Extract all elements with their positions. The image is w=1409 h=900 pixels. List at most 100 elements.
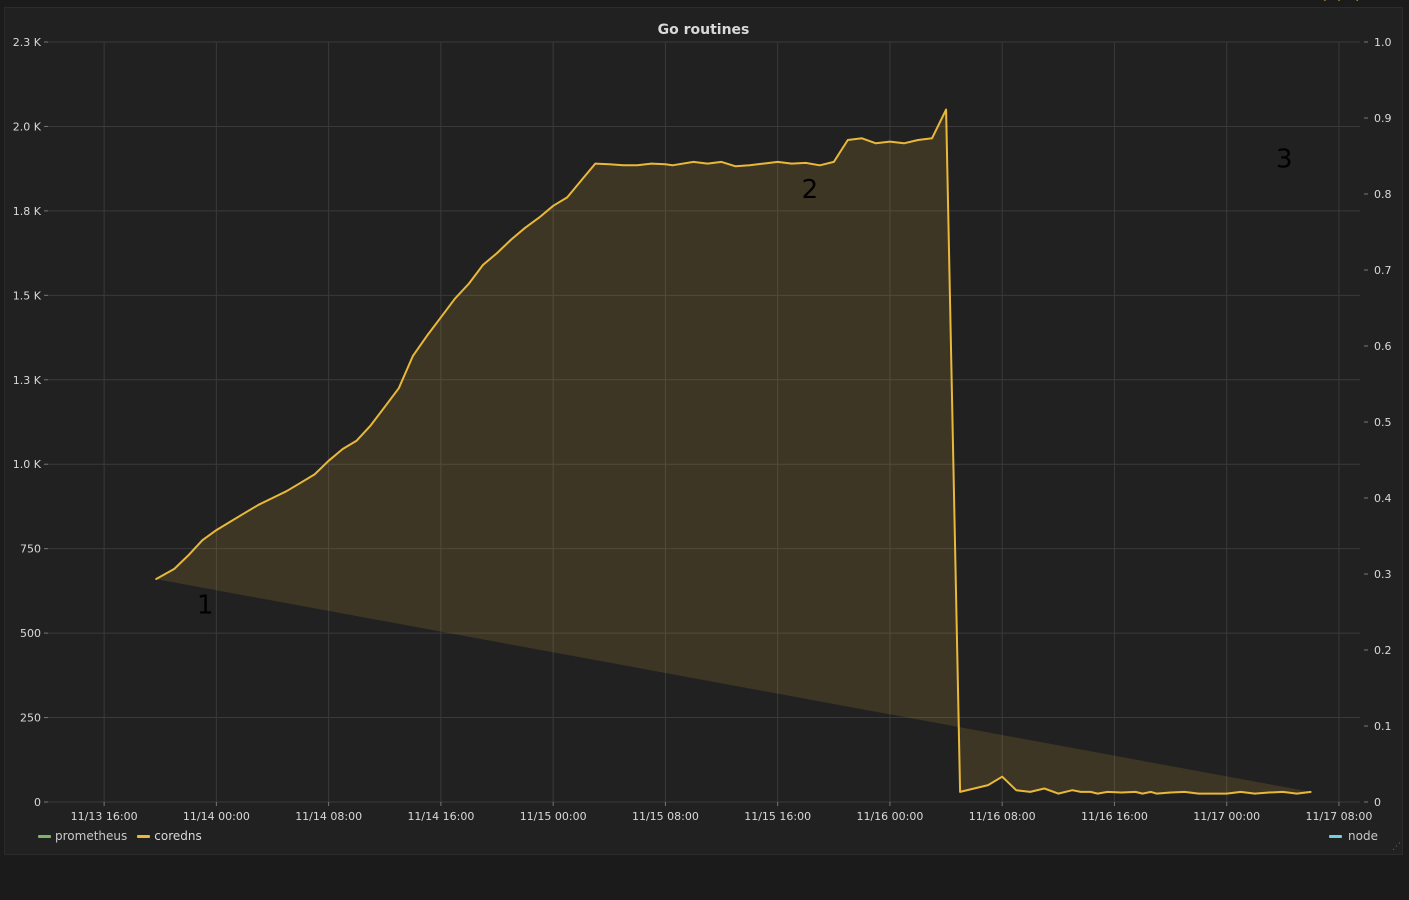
coredns-point xyxy=(580,179,582,182)
coredns-point xyxy=(734,165,737,168)
coredns-point xyxy=(299,482,302,484)
coredns-point xyxy=(552,205,554,207)
coredns-point xyxy=(1080,791,1082,793)
y2-tick-label: 0.5 xyxy=(1374,416,1392,429)
coredns-point xyxy=(1197,792,1200,795)
x-tick-label: 11/14 08:00 xyxy=(295,810,362,823)
coredns-point xyxy=(636,164,639,167)
coredns-point xyxy=(706,162,709,165)
x-tick-label: 11/13 16:00 xyxy=(71,810,138,823)
coredns-point xyxy=(833,161,835,163)
coredns-point xyxy=(155,578,157,580)
legend-swatch-node xyxy=(1329,834,1343,838)
coredns-point xyxy=(1096,792,1099,795)
coredns-point xyxy=(917,139,919,141)
y-tick-label: 1.3 K xyxy=(13,374,42,387)
coredns-point xyxy=(285,490,288,493)
coredns-point xyxy=(440,316,442,319)
coredns-point xyxy=(257,504,260,506)
x-tick-label: 11/17 00:00 xyxy=(1193,810,1260,823)
coredns-point xyxy=(1150,791,1152,793)
coredns-point xyxy=(1106,791,1109,793)
coredns-point xyxy=(566,196,568,199)
coredns-point xyxy=(847,139,849,141)
coredns-point xyxy=(454,297,456,300)
coredns-point xyxy=(1169,791,1172,794)
y2-tick-label: 0.8 xyxy=(1374,188,1392,201)
y-tick-label: 0 xyxy=(34,796,41,809)
coredns-point xyxy=(861,137,863,140)
y-tick-label: 1.0 K xyxy=(13,458,42,471)
coredns-point xyxy=(1338,0,1340,1)
coredns-point xyxy=(369,424,372,427)
legend-swatch-prometheus xyxy=(38,834,51,838)
coredns-point xyxy=(524,227,526,229)
coredns-point xyxy=(720,161,723,163)
annotation-2: 2 xyxy=(802,175,819,205)
legend-item-coredns[interactable]: coredns xyxy=(137,829,202,843)
y-tick-label: 250 xyxy=(20,712,41,725)
y2-tick-label: 0.9 xyxy=(1374,112,1392,125)
coredns-point xyxy=(973,787,975,790)
coredns-point xyxy=(1029,791,1031,793)
coredns-point xyxy=(945,108,947,111)
y-tick-label: 500 xyxy=(20,627,41,640)
x-tick-label: 11/14 00:00 xyxy=(183,810,250,823)
coredns-area xyxy=(156,109,1311,794)
y-tick-label: 1.5 K xyxy=(13,289,42,302)
coredns-point xyxy=(229,520,232,523)
y2-tick-label: 1.0 xyxy=(1374,36,1392,49)
legend-item-node[interactable]: node xyxy=(1329,829,1378,843)
coredns-point xyxy=(1071,789,1074,791)
y2-tick-label: 0.4 xyxy=(1374,492,1392,505)
coredns-point xyxy=(1134,791,1137,793)
coredns-point xyxy=(398,387,400,390)
legend-swatch-coredns xyxy=(137,834,151,838)
y2-tick-label: 0.6 xyxy=(1374,340,1392,353)
coredns-point xyxy=(243,512,246,514)
coredns-point xyxy=(804,162,807,164)
y2-tick-label: 0.2 xyxy=(1374,644,1392,657)
coredns-point xyxy=(313,473,316,476)
coredns-point xyxy=(1043,787,1046,790)
coredns-point xyxy=(510,238,512,241)
coredns-point xyxy=(622,164,625,167)
legend-item-prometheus[interactable]: prometheus xyxy=(38,829,127,843)
x-tick-label: 11/16 16:00 xyxy=(1081,810,1148,823)
y2-tick-label: 0 xyxy=(1374,796,1381,809)
x-tick-label: 11/17 08:00 xyxy=(1305,810,1372,823)
x-tick-label: 11/16 08:00 xyxy=(969,810,1036,823)
coredns-point xyxy=(1296,792,1298,795)
coredns-point xyxy=(412,355,414,357)
coredns-point xyxy=(1120,791,1123,794)
coredns-point xyxy=(384,406,386,408)
coredns-point xyxy=(594,162,597,165)
coredns-point xyxy=(173,568,176,570)
coredns-point xyxy=(426,335,428,337)
coredns-point xyxy=(271,497,274,499)
x-tick-label: 11/15 00:00 xyxy=(520,810,587,823)
resize-handle-icon[interactable]: ⋰ xyxy=(1392,843,1401,852)
coredns-point xyxy=(1183,791,1186,793)
coredns-point xyxy=(671,164,674,167)
coredns-point xyxy=(748,164,751,167)
coredns-point xyxy=(903,142,905,145)
annotation-3: 3 xyxy=(1276,145,1293,175)
coredns-point xyxy=(1141,792,1144,795)
coredns-point xyxy=(538,216,540,219)
coredns-point xyxy=(1239,791,1242,793)
coredns-point xyxy=(1225,792,1228,795)
x-tick-label: 11/15 16:00 xyxy=(744,810,811,823)
coredns-point xyxy=(1268,791,1270,794)
coredns-point xyxy=(187,554,190,557)
coredns-point xyxy=(931,137,933,140)
coredns-point xyxy=(341,448,344,450)
go-routines-chart: 0 250 500 750 1.0 K 1.3 K 1.5 K 1.8 K 2.0 K 2.3 K… xyxy=(13,0,1392,823)
coredns-point xyxy=(496,252,498,254)
y2-tick-label: 0.3 xyxy=(1374,568,1392,581)
y2-tick-label: 0.1 xyxy=(1374,720,1392,733)
coredns-point xyxy=(790,162,793,165)
x-tick-label: 11/16 00:00 xyxy=(856,810,923,823)
coredns-point xyxy=(762,162,765,165)
coredns-point xyxy=(1089,791,1092,793)
